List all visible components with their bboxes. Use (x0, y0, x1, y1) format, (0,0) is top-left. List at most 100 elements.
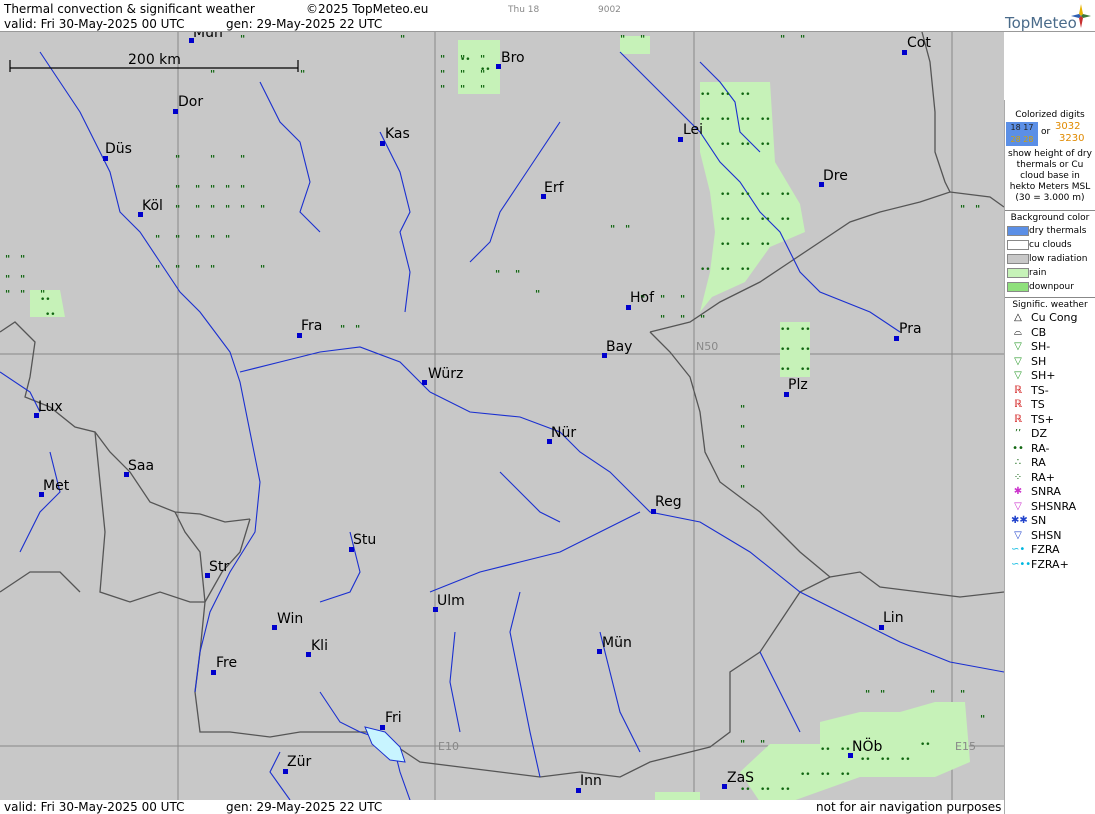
svg-text:••: •• (700, 265, 711, 275)
city-label: Ulm (437, 593, 465, 609)
city-label: Dre (823, 168, 848, 184)
svg-text:": " (210, 184, 215, 195)
drizzle-icon: ’’ (1014, 428, 1022, 439)
rain-light-icon: •• (1012, 442, 1024, 454)
city-label: Erf (544, 180, 564, 196)
topmeteo-logo[interactable]: TopMeteo (997, 2, 1093, 32)
sig-weather-item: ✱✱ SN (1005, 514, 1095, 529)
svg-text:": " (740, 424, 745, 435)
city-label: Lei (683, 122, 704, 138)
svg-text:••: •• (840, 770, 851, 780)
svg-text:": " (660, 314, 665, 325)
svg-text:••: •• (780, 345, 791, 355)
thunder-heavy-icon: ℝ (1014, 413, 1022, 425)
svg-text:": " (175, 154, 180, 165)
svg-text:": " (780, 34, 785, 45)
svg-text:••: •• (880, 755, 891, 765)
svg-text:": " (155, 234, 160, 245)
or-label: or (1041, 127, 1051, 137)
svg-text:": " (660, 294, 665, 305)
svg-text:••: •• (720, 240, 731, 250)
city-label: Zür (287, 754, 312, 770)
rain-markers: •• •• •• •• •• •• •• •• •• •• •• •• •• •• •• •• •• ••… (40, 55, 931, 795)
sig-weather-item: ℝ TS+ (1005, 413, 1095, 428)
bg-swatch (1007, 226, 1029, 236)
svg-text:": " (195, 184, 200, 195)
svg-text:••: •• (740, 90, 751, 100)
svg-text:••: •• (460, 55, 471, 65)
svg-text:": " (20, 254, 25, 265)
sig-label: TS- (1031, 383, 1049, 397)
svg-text:••: •• (720, 115, 731, 125)
svg-text:••: •• (720, 190, 731, 200)
cu-cong-icon: △ (1014, 312, 1022, 323)
city-label: Mün (193, 32, 223, 41)
svg-text:": " (355, 324, 360, 335)
bg-legend-item: cu clouds (1005, 238, 1095, 252)
city-label: Nür (551, 425, 577, 441)
svg-text:": " (155, 264, 160, 275)
svg-text:": " (175, 184, 180, 195)
bg-title: Background color (1010, 213, 1090, 223)
svg-text:••: •• (860, 755, 871, 765)
city-label: Kas (385, 126, 410, 142)
svg-text:": " (195, 234, 200, 245)
city-label: Win (277, 611, 304, 627)
svg-text:••: •• (720, 215, 731, 225)
svg-text:": " (620, 34, 625, 45)
sig-weather-item: ▽ SH+ (1005, 369, 1095, 384)
sample-a: 18 17 (1010, 123, 1034, 132)
shower-snow-rain-icon: ▽ (1014, 500, 1022, 512)
rain-icon: ∴ (1014, 457, 1022, 468)
svg-text:••: •• (40, 295, 51, 305)
svg-text:": " (210, 234, 215, 245)
svg-text:": " (640, 34, 645, 45)
sig-label: SH+ (1031, 369, 1056, 382)
svg-text:": " (480, 54, 485, 65)
svg-text:": " (175, 204, 180, 215)
svg-text:": " (960, 204, 965, 215)
cb-icon: ⌓ (1014, 326, 1022, 338)
sig-label: RA (1031, 456, 1046, 469)
city-label: NÖb (852, 739, 883, 755)
code-label: 9002 (598, 5, 621, 15)
svg-text:": " (5, 289, 10, 300)
svg-text:": " (260, 264, 265, 275)
city-label: Fri (385, 710, 402, 726)
sig-label: FZRA (1031, 543, 1060, 556)
city-label: Reg (655, 494, 682, 510)
svg-text:": " (175, 264, 180, 275)
sig-label: CB (1031, 325, 1047, 339)
svg-text:": " (210, 69, 215, 80)
shower-snow-icon: ▽ (1014, 529, 1022, 541)
bg-legend-item: dry thermals (1005, 224, 1095, 238)
e15-label: E15 (955, 740, 976, 753)
svg-text:": " (175, 234, 180, 245)
scale-label: 200 km (128, 52, 181, 68)
svg-text:": " (800, 34, 805, 45)
sig-weather-item: ∽•• FZRA+ (1005, 558, 1095, 573)
city-label: Mün (602, 635, 632, 651)
sig-label: Cu Cong (1031, 311, 1078, 324)
sig-label: SH- (1031, 340, 1051, 353)
svg-text:••: •• (780, 215, 791, 225)
city-label: Würz (428, 366, 464, 382)
city-label: Str (209, 559, 230, 575)
svg-text:": " (680, 314, 685, 325)
sig-weather-item: ’’ DZ (1005, 427, 1095, 442)
sig-weather-item: ℝ TS (1005, 398, 1095, 413)
svg-text:••: •• (740, 190, 751, 200)
legend-panel: Colorized digits 18 17 28 28 or 3032 323… (1004, 100, 1095, 814)
footer-bar: valid: Fri 30-May-2025 00 UTC gen: 29-Ma… (0, 800, 1004, 814)
sig-list: △ Cu Cong ⌓ CB ▽ SH- ▽ SH ▽ SH+ ℝ TS- ℝ TS ℝ TS+ ’’ DZ •• R… (1005, 311, 1095, 572)
svg-text:": " (460, 69, 465, 80)
weather-map[interactable]: " " " " " " " " " " " " " " " " " " " " " " " " " " " " " " " " "… (0, 32, 1004, 800)
header-bar: Thermal convection & significant weather… (0, 0, 1095, 32)
colorized-title: Colorized digits (1015, 110, 1085, 120)
shower-icon: ▽ (1014, 355, 1022, 367)
map-title: Thermal convection & significant weather (4, 2, 255, 16)
city-label: Fra (301, 318, 323, 334)
svg-text:": " (20, 274, 25, 285)
svg-text:": " (340, 324, 345, 335)
svg-text:••: •• (700, 90, 711, 100)
